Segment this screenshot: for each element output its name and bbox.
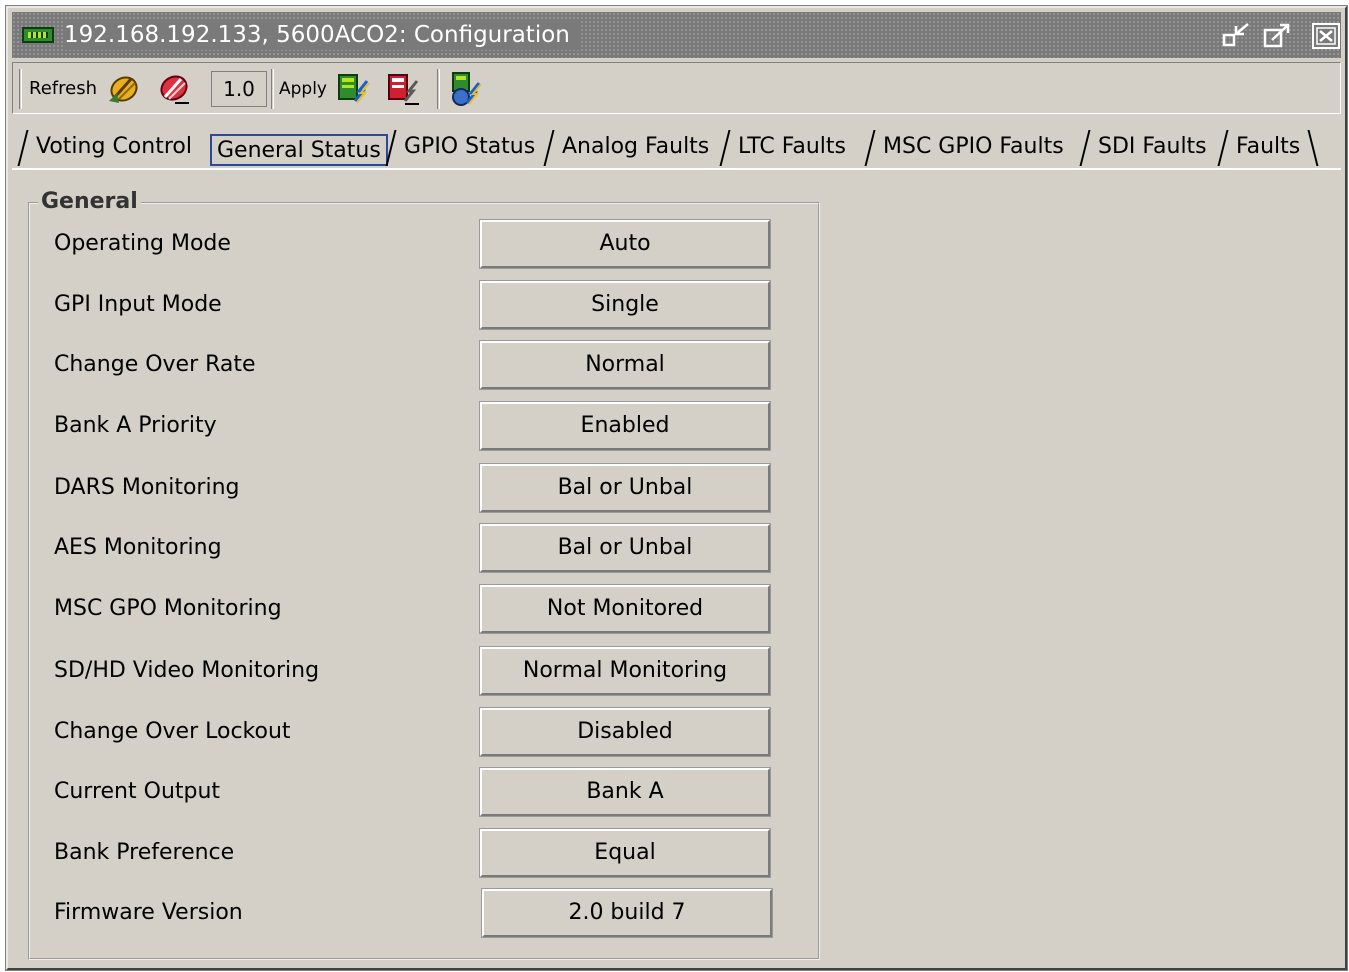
tab-ltc-faults[interactable]: LTC Faults [728, 126, 856, 168]
maximize-icon[interactable] [1262, 22, 1292, 50]
toolbar-separator [271, 69, 274, 109]
status-label: DARS Monitoring [54, 475, 240, 500]
tab-analog-faults[interactable]: Analog Faults [552, 126, 719, 168]
status-label: Operating Mode [54, 231, 231, 256]
toolbar-separator [437, 69, 440, 109]
status-value-button[interactable]: Bank A [479, 767, 771, 817]
status-row: MSC GPO Monitoring Not Monitored [30, 584, 818, 634]
status-value-button[interactable]: Disabled [479, 707, 771, 757]
toolbar-separator [19, 69, 22, 109]
tab-msc-gpio-faults[interactable]: MSC GPIO Faults [873, 126, 1074, 168]
tab-content: General Operating Mode Auto GPI Input Mo… [12, 168, 1341, 964]
status-value-button[interactable]: Bal or Unbal [479, 463, 771, 513]
status-row: DARS Monitoring Bal or Unbal [30, 463, 818, 513]
title-bar[interactable]: 192.168.192.133, 5600ACO2: Configuration [12, 12, 1341, 58]
status-label: Change Over Rate [54, 352, 256, 377]
status-row: Operating Mode Auto [30, 219, 818, 269]
status-value-button[interactable]: 2.0 build 7 [481, 888, 773, 938]
status-label: MSC GPO Monitoring [54, 596, 282, 621]
tab-general-status[interactable]: General Status [210, 134, 388, 166]
upload-network-icon[interactable] [447, 71, 485, 107]
toolbar: Refresh 1.0 Apply [12, 62, 1341, 114]
status-value-button[interactable]: Normal [479, 340, 771, 390]
status-label: SD/HD Video Monitoring [54, 658, 320, 683]
circuit-board-icon [22, 27, 54, 43]
tab-voting-control[interactable]: Voting Control [26, 126, 202, 168]
status-row: Current Output Bank A [30, 767, 818, 817]
tab-faults[interactable]: Faults [1226, 126, 1310, 168]
status-row: Firmware Version 2.0 build 7 [30, 888, 818, 938]
status-label: Firmware Version [54, 900, 243, 925]
apply-button[interactable]: Apply [279, 77, 327, 101]
close-icon[interactable] [1312, 23, 1340, 49]
refresh-all-icon[interactable] [105, 71, 143, 107]
tab-bar: Voting Control General Status GPIO Statu… [12, 126, 1341, 168]
status-value-button[interactable]: Bal or Unbal [479, 523, 771, 573]
apply-card-icon[interactable] [335, 71, 373, 107]
status-value-button[interactable]: Enabled [479, 401, 771, 451]
group-title: General [38, 188, 141, 216]
general-group: General Operating Mode Auto GPI Input Mo… [28, 188, 820, 960]
status-row: Bank A Priority Enabled [30, 401, 818, 451]
status-value-button[interactable]: Single [479, 280, 771, 330]
refresh-cancel-icon[interactable] [155, 71, 193, 107]
revert-card-icon[interactable] [385, 71, 423, 107]
status-row: Bank Preference Equal [30, 828, 818, 878]
status-label: Current Output [54, 779, 221, 804]
status-value-button[interactable]: Equal [479, 828, 771, 878]
refresh-button[interactable]: Refresh [29, 77, 97, 101]
status-label: Bank Preference [54, 840, 235, 865]
configuration-window: 192.168.192.133, 5600ACO2: Configuration [5, 5, 1348, 971]
window-title: 192.168.192.133, 5600ACO2: Configuration [64, 20, 580, 50]
status-value-button[interactable]: Auto [479, 219, 771, 269]
tab-gpio-status[interactable]: GPIO Status [394, 126, 545, 168]
status-label: Change Over Lockout [54, 719, 291, 744]
status-row: AES Monitoring Bal or Unbal [30, 523, 818, 573]
unpin-icon[interactable] [1222, 22, 1252, 50]
version-field[interactable]: 1.0 [211, 71, 267, 107]
status-row: Change Over Lockout Disabled [30, 707, 818, 757]
status-value-button[interactable]: Not Monitored [479, 584, 771, 634]
status-label: GPI Input Mode [54, 292, 222, 317]
status-label: AES Monitoring [54, 535, 222, 560]
tab-sdi-faults[interactable]: SDI Faults [1088, 126, 1217, 168]
status-value-button[interactable]: Normal Monitoring [479, 646, 771, 696]
status-label: Bank A Priority [54, 413, 217, 438]
status-row: SD/HD Video Monitoring Normal Monitoring [30, 646, 818, 696]
status-row: GPI Input Mode Single [30, 280, 818, 330]
status-row: Change Over Rate Normal [30, 340, 818, 390]
